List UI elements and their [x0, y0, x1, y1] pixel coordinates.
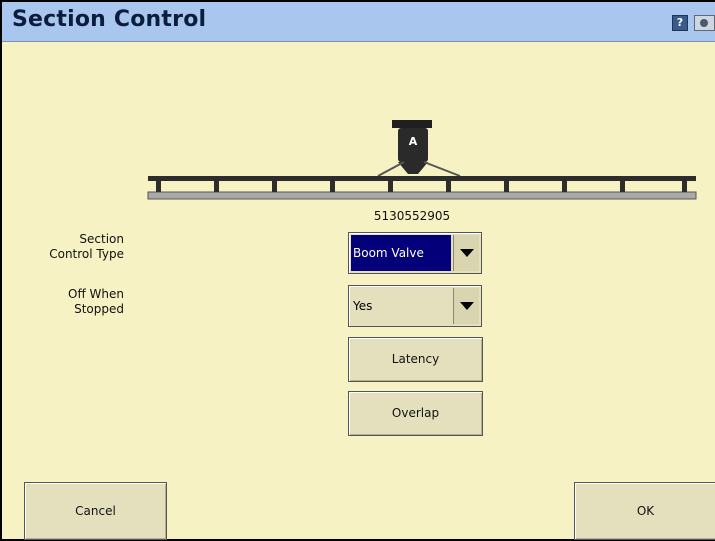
implement-serial: 5130552905 [373, 209, 451, 223]
section-control-type-label: Section Control Type [49, 232, 124, 261]
chevron-down-icon[interactable] [453, 288, 479, 324]
section-control-type-dropdown[interactable]: Boom Valve [348, 232, 482, 274]
off-when-stopped-dropdown[interactable]: Yes [348, 285, 482, 327]
overlap-button[interactable]: Overlap [348, 391, 483, 436]
off-when-stopped-label: Off When Stopped [68, 287, 124, 316]
chevron-down-icon[interactable] [453, 235, 479, 271]
latency-button[interactable]: Latency [348, 337, 483, 382]
section-control-type-value: Boom Valve [351, 235, 451, 271]
cancel-button[interactable]: Cancel [24, 482, 167, 540]
window-title: Section Control [12, 7, 207, 32]
boom-bar [147, 176, 697, 200]
tank-label: A [409, 135, 418, 148]
help-icon[interactable]: ? [672, 15, 688, 31]
boom-diagram: A [147, 120, 697, 200]
ok-button[interactable]: OK [574, 482, 715, 540]
tank-icon: A [377, 120, 461, 177]
camera-icon[interactable] [694, 15, 715, 31]
section-control-window: Section Control ? A 5130552905 Section C… [0, 0, 715, 541]
off-when-stopped-value: Yes [353, 299, 373, 313]
title-bar: Section Control ? [2, 2, 715, 42]
